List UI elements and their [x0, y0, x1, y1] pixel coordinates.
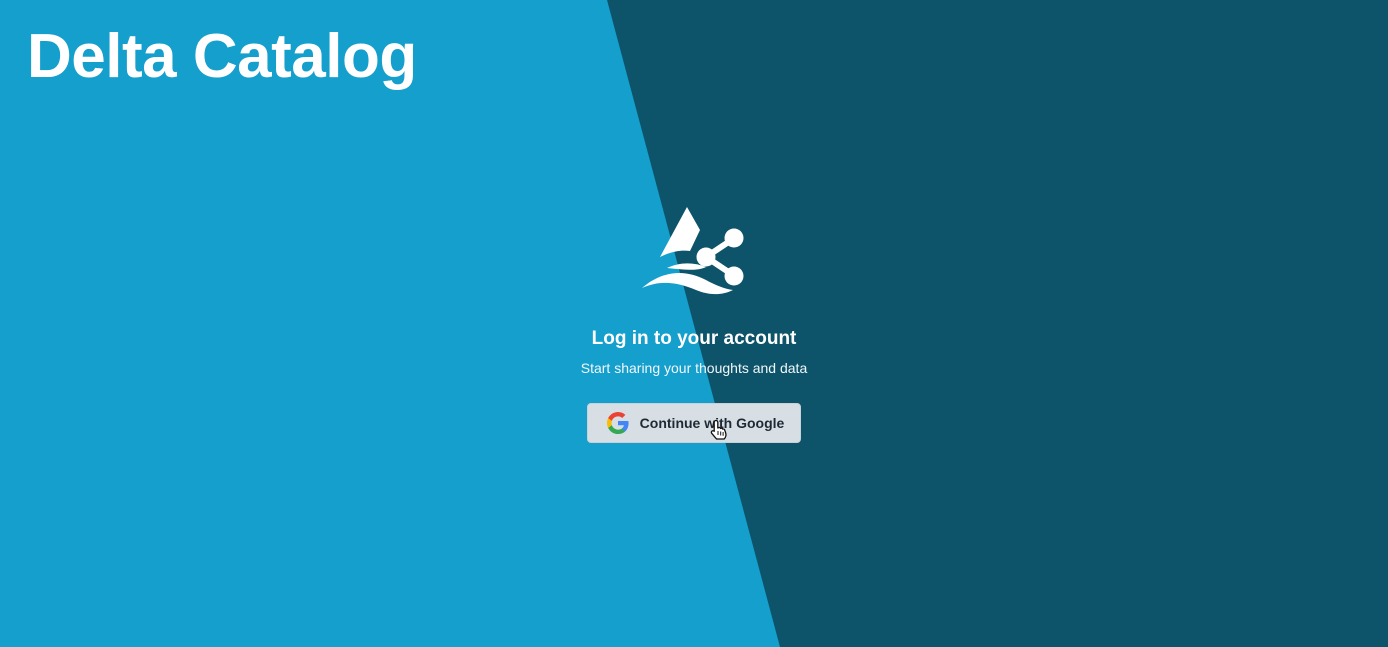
login-subheading: Start sharing your thoughts and data — [580, 359, 808, 376]
delta-share-logo-icon — [642, 207, 744, 295]
login-heading: Log in to your account — [591, 328, 797, 349]
app-title: Delta Catalog — [27, 22, 417, 91]
google-g-icon — [606, 411, 629, 434]
continue-with-google-label: Continue with Google — [639, 414, 785, 431]
login-card: Log in to your account Start sharing you… — [0, 206, 1388, 443]
continue-with-google-button[interactable]: Continue with Google — [586, 402, 802, 443]
login-page: Delta Catalog Log in to your account Sta… — [0, 0, 1388, 647]
